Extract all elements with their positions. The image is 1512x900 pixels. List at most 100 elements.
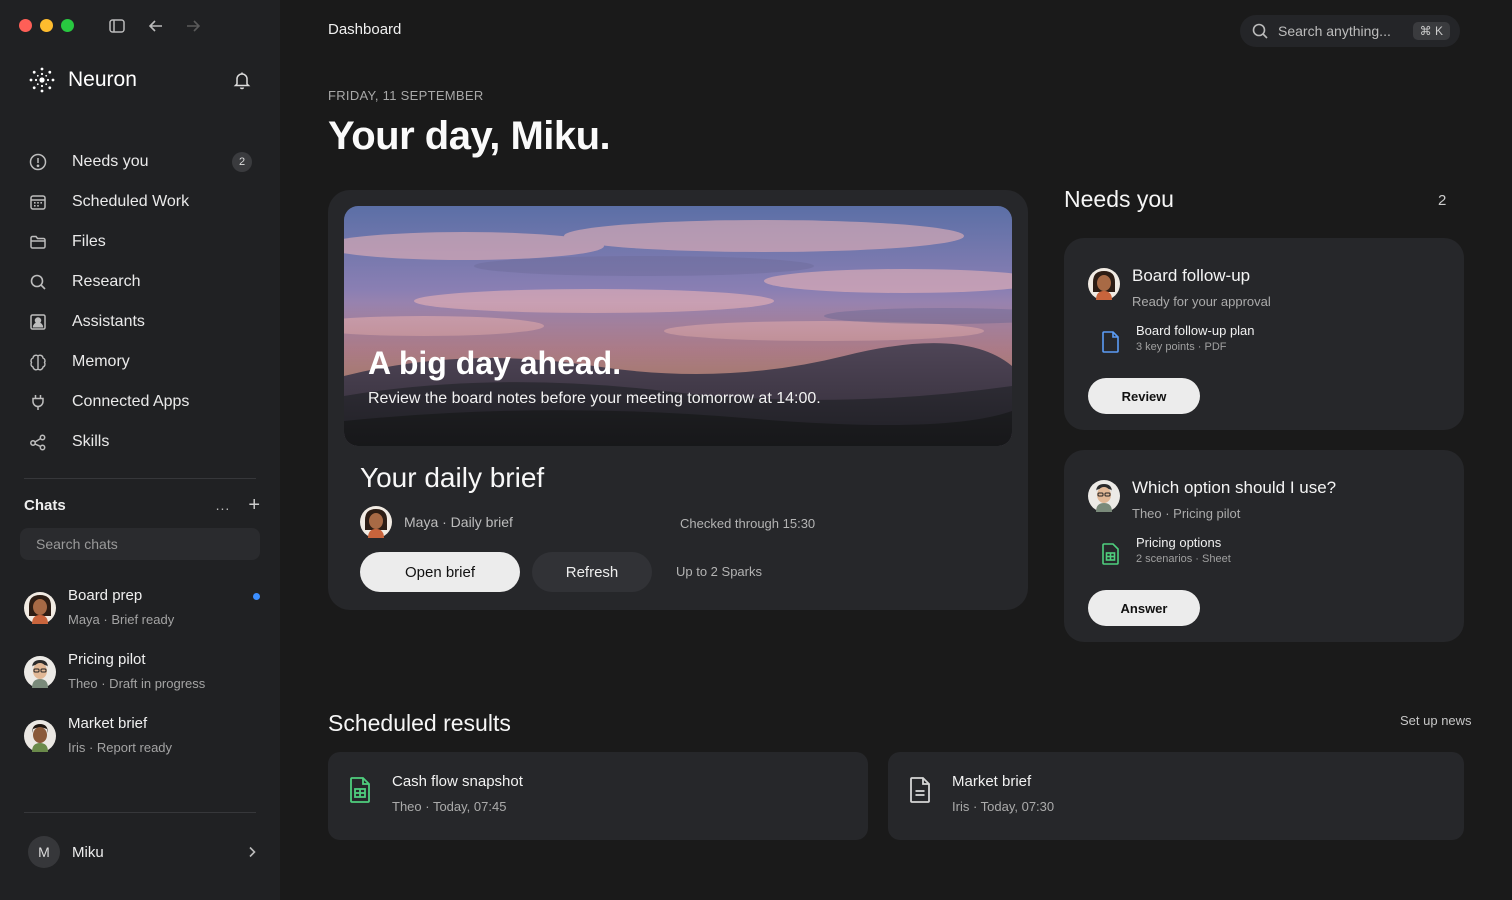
attachment-name[interactable]: Board follow-up plan — [1136, 323, 1255, 338]
zoom-window-button[interactable] — [61, 19, 74, 32]
new-chat-button[interactable]: + — [248, 495, 260, 515]
sidebar-item-label: Scheduled Work — [72, 193, 190, 210]
needs-you-card-board-follow-up[interactable]: Board follow-up Ready for your approval … — [1064, 238, 1464, 430]
person-card-icon — [30, 314, 46, 330]
search-shortcut: ⌘ K — [1412, 22, 1450, 40]
chats-more-button[interactable]: ... — [216, 497, 231, 513]
sidebar-item-label: Connected Apps — [72, 393, 190, 410]
sidebar-item-label: Needs you — [72, 153, 149, 170]
result-title: Market brief — [952, 773, 1032, 790]
sidebar-item-memory[interactable]: Memory — [24, 342, 260, 382]
card-subtitle: Theo · Pricing pilot — [1132, 506, 1241, 521]
chat-search-input[interactable]: Search chats — [20, 528, 260, 560]
hero-title: A big day ahead. — [368, 345, 622, 381]
sidebar-item-assistants[interactable]: Assistants — [24, 302, 260, 342]
sparks-note: Up to 2 Sparks — [676, 564, 762, 579]
global-search-input[interactable]: Search anything... ⌘ K — [1240, 15, 1460, 47]
calendar-icon — [30, 195, 46, 210]
needs-you-card-pricing-option[interactable]: Which option should I use? Theo · Pricin… — [1064, 450, 1464, 642]
bell-icon[interactable] — [232, 70, 252, 90]
search-icon — [30, 274, 46, 290]
attachment-meta: 3 key points · PDF — [1136, 341, 1227, 353]
avatar — [24, 656, 56, 688]
avatar — [24, 720, 56, 752]
unread-dot — [253, 593, 260, 600]
attachment-meta: 2 scenarios · Sheet — [1136, 553, 1231, 565]
folder-icon — [30, 235, 46, 249]
avatar — [1088, 268, 1120, 300]
sidebar-item-label: Research — [72, 273, 141, 290]
set-up-news-link[interactable]: Set up news — [1400, 713, 1472, 728]
user-menu[interactable]: M Miku — [28, 836, 260, 868]
hero-subtitle: Review the board notes before your meeti… — [368, 390, 821, 407]
sidebar-item-skills[interactable]: Skills — [24, 422, 260, 462]
sidebar-item-files[interactable]: Files — [24, 222, 260, 262]
sidebar-item-connected-apps[interactable]: Connected Apps — [24, 382, 260, 422]
close-window-button[interactable] — [19, 19, 32, 32]
sidebar-item-label: Skills — [72, 433, 110, 450]
answer-button[interactable]: Answer — [1088, 590, 1200, 626]
neuron-logo-icon — [29, 67, 55, 93]
review-button[interactable]: Review — [1088, 378, 1200, 414]
sidebar: Neuron Needs you 2 Scheduled Work Files … — [0, 0, 280, 900]
chat-item-pricing-pilot[interactable]: Pricing pilot Theo · Draft in progress — [24, 651, 260, 701]
chats-title: Chats — [24, 496, 66, 514]
chat-subtitle: Theo · Draft in progress — [68, 676, 206, 691]
needs-you-count-badge: 2 — [232, 152, 252, 172]
chat-item-board-prep[interactable]: Board prep Maya · Brief ready — [24, 587, 260, 637]
sidebar-divider — [24, 478, 256, 479]
chat-item-market-brief[interactable]: Market brief Iris · Report ready — [24, 715, 260, 765]
result-subtitle: Theo · Today, 07:45 — [392, 799, 507, 814]
needs-you-title: Needs you — [1064, 186, 1174, 212]
avatar — [24, 592, 56, 624]
sidebar-item-label: Memory — [72, 353, 130, 370]
minimize-window-button[interactable] — [40, 19, 53, 32]
avatar — [1088, 480, 1120, 512]
sidebar-item-needs-you[interactable]: Needs you 2 — [24, 142, 260, 182]
brand: Neuron — [26, 64, 137, 96]
sidebar-item-scheduled-work[interactable]: Scheduled Work — [24, 182, 260, 222]
brain-icon — [30, 354, 46, 371]
avatar — [360, 506, 392, 538]
plug-icon — [32, 395, 44, 410]
brief-byline: Maya · Daily brief — [404, 514, 513, 530]
brief-title: Your daily brief — [360, 462, 545, 493]
scheduled-result-cash-flow[interactable]: Cash flow snapshot Theo · Today, 07:45 — [328, 752, 868, 840]
needs-you-count: 2 — [1438, 192, 1447, 209]
chat-subtitle: Maya · Brief ready — [68, 612, 175, 627]
scheduled-result-market-brief[interactable]: Market brief Iris · Today, 07:30 — [888, 752, 1464, 840]
current-date: FRIDAY, 11 SEPTEMBER — [328, 88, 484, 103]
user-avatar: M — [28, 836, 60, 868]
sidebar-toggle-icon[interactable] — [107, 16, 127, 36]
sidebar-item-research[interactable]: Research — [24, 262, 260, 302]
open-brief-button[interactable]: Open brief — [360, 552, 520, 592]
sidebar-nav: Needs you 2 Scheduled Work Files Researc… — [24, 142, 260, 462]
share-nodes-icon — [30, 434, 46, 451]
chevron-right-icon — [249, 846, 256, 858]
brand-name: Neuron — [68, 68, 137, 91]
card-title: Which option should I use? — [1132, 478, 1337, 497]
sidebar-divider — [24, 812, 256, 813]
brief-meta: Maya · Daily brief — [360, 506, 513, 538]
chat-title: Board prep — [68, 587, 143, 604]
spreadsheet-icon — [350, 777, 370, 803]
search-placeholder: Search anything... — [1278, 23, 1391, 39]
page-title: Dashboard — [328, 21, 402, 38]
window-controls — [19, 19, 74, 32]
brief-hero-image: A big day ahead. Review the board notes … — [344, 206, 1012, 446]
card-title: Board follow-up — [1132, 266, 1251, 285]
brief-checked-status: Checked through 15:30 — [680, 516, 816, 531]
chat-subtitle: Iris · Report ready — [68, 740, 173, 755]
back-arrow-icon[interactable] — [146, 16, 166, 36]
landscape-image — [344, 206, 1012, 446]
refresh-button[interactable]: Refresh — [532, 552, 652, 592]
document-icon — [1102, 331, 1119, 353]
alert-circle-icon — [29, 153, 47, 171]
chats-header: Chats ... + — [24, 495, 260, 515]
attachment-name[interactable]: Pricing options — [1136, 535, 1221, 550]
sidebar-item-label: Assistants — [72, 313, 145, 330]
forward-arrow-icon[interactable] — [183, 16, 203, 36]
card-subtitle: Ready for your approval — [1132, 294, 1271, 309]
result-subtitle: Iris · Today, 07:30 — [952, 799, 1055, 814]
chat-title: Pricing pilot — [68, 651, 146, 668]
